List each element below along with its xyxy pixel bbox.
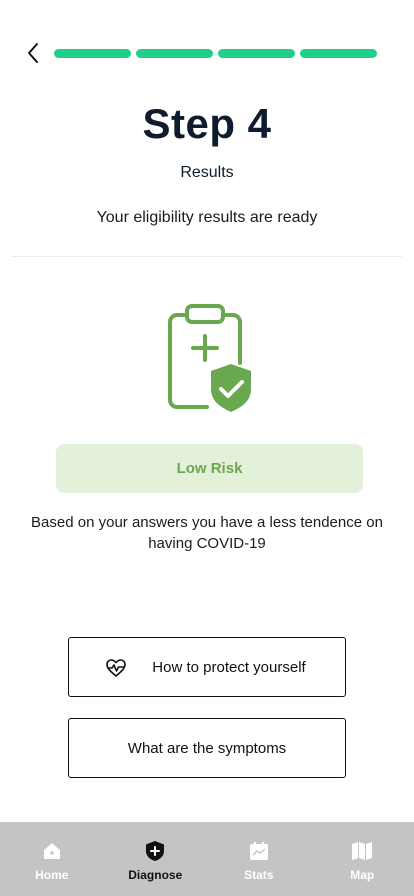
progress-segment-1 xyxy=(54,49,131,58)
protect-yourself-label: How to protect yourself xyxy=(152,658,306,676)
tab-stats[interactable]: Stats xyxy=(207,822,311,896)
bottom-tab-bar: Home Diagnose Stats Map xyxy=(0,822,414,896)
back-button[interactable] xyxy=(22,40,44,66)
tab-diagnose[interactable]: Diagnose xyxy=(104,822,208,896)
tab-label: Diagnose xyxy=(128,868,183,882)
divider xyxy=(12,256,402,257)
symptoms-label: What are the symptoms xyxy=(127,739,287,757)
tab-label: Home xyxy=(35,868,69,882)
page-subtitle: Results xyxy=(180,164,234,181)
tab-label: Map xyxy=(350,868,375,882)
page-description: Your eligibility results are ready xyxy=(96,209,318,226)
page-title: Step 4 xyxy=(142,100,272,147)
chevron-left-icon xyxy=(28,43,38,63)
calendar-stats-icon xyxy=(248,840,270,862)
tab-map[interactable]: Map xyxy=(311,822,414,896)
result-explanation: Based on your answers you have a less te… xyxy=(31,514,383,552)
map-icon xyxy=(351,840,373,862)
protect-yourself-button[interactable]: How to protect yourself xyxy=(68,637,346,697)
symptoms-button[interactable]: What are the symptoms xyxy=(68,718,346,778)
tab-home[interactable]: Home xyxy=(0,822,104,896)
progress-bar xyxy=(54,49,377,58)
shield-plus-icon xyxy=(144,840,166,862)
progress-segment-4 xyxy=(300,49,377,58)
progress-segment-3 xyxy=(218,49,295,58)
risk-badge: Low Risk xyxy=(56,444,363,493)
home-icon xyxy=(41,840,63,862)
clipboard-shield-icon xyxy=(165,303,255,415)
progress-segment-2 xyxy=(136,49,213,58)
tab-label: Stats xyxy=(244,868,274,882)
top-bar xyxy=(0,40,414,66)
heartbeat-icon xyxy=(105,658,127,678)
